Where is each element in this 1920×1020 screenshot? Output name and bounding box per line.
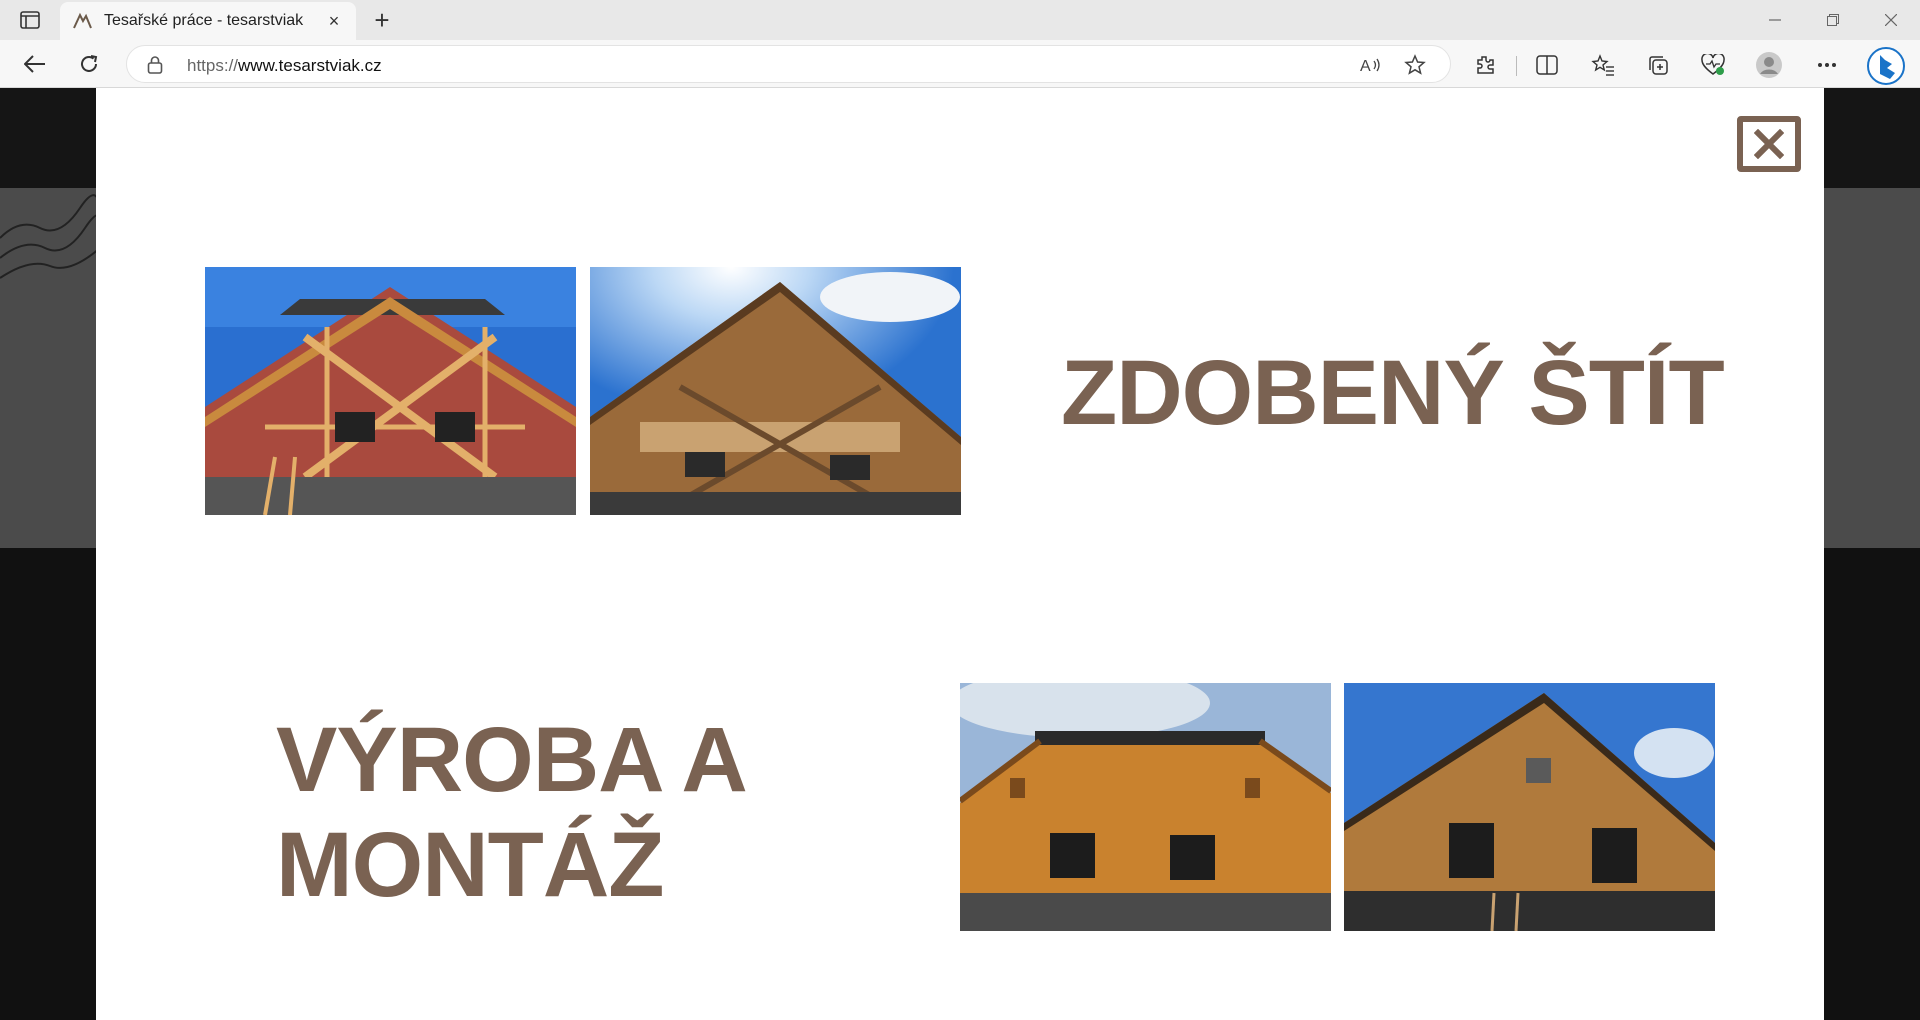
new-tab-button[interactable]: + — [368, 5, 396, 35]
lock-icon[interactable] — [147, 55, 165, 75]
gable-photo-3[interactable] — [960, 683, 1331, 931]
modal-close-button[interactable] — [1737, 116, 1801, 172]
section-title-production-assembly: VÝROBA A MONTÁŽ — [276, 708, 748, 918]
section-title-decorated-gable: ZDOBENÝ ŠTÍT — [1061, 342, 1725, 444]
address-bar[interactable]: https://www.tesarstviak.cz A — [126, 45, 1451, 83]
more-options-icon[interactable] — [1814, 52, 1840, 78]
extensions-icon[interactable] — [1472, 52, 1498, 78]
gallery-modal: ZDOBENÝ ŠTÍT VÝROBA A MONTÁŽ — [96, 88, 1824, 1020]
tab-title: Tesařské práce - tesarstviak — [104, 12, 304, 29]
split-screen-icon[interactable] — [1534, 52, 1560, 78]
tab-close-icon[interactable]: × — [324, 11, 344, 31]
refresh-icon[interactable] — [72, 48, 106, 80]
gable-photo-2[interactable] — [590, 267, 961, 515]
background-decoration — [0, 194, 100, 279]
svg-text:A: A — [1360, 58, 1371, 74]
favorites-icon[interactable] — [1590, 52, 1616, 78]
browser-essentials-icon[interactable] — [1700, 52, 1726, 78]
copilot-icon[interactable] — [1866, 46, 1906, 86]
section-title-line-1: VÝROBA A — [276, 709, 748, 811]
toolbar-divider — [1516, 56, 1517, 76]
site-favicon-icon — [72, 12, 92, 30]
browser-tab-bar: Tesařské práce - tesarstviak × + — [0, 0, 1920, 40]
gable-photo-4[interactable] — [1344, 683, 1715, 931]
close-icon — [1754, 129, 1784, 159]
close-window-icon[interactable] — [1868, 6, 1914, 34]
url-host: www.tesarstviak.cz — [238, 56, 382, 75]
url-scheme: https:// — [187, 56, 239, 75]
url-text[interactable]: https://www.tesarstviak.cz — [187, 56, 382, 76]
minimize-icon[interactable] — [1752, 6, 1798, 34]
read-aloud-icon[interactable]: A — [1359, 54, 1383, 76]
tab-actions-icon[interactable] — [14, 8, 46, 32]
gable-photo-1[interactable] — [205, 267, 576, 515]
favorite-star-icon[interactable] — [1403, 54, 1427, 76]
browser-tab[interactable]: Tesařské práce - tesarstviak × — [60, 2, 356, 40]
page-viewport: ZDOBENÝ ŠTÍT VÝROBA A MONTÁŽ — [0, 88, 1920, 1020]
profile-avatar-icon[interactable] — [1756, 52, 1782, 78]
back-arrow-icon[interactable] — [18, 48, 52, 80]
restore-icon[interactable] — [1810, 6, 1856, 34]
collections-icon[interactable] — [1645, 52, 1671, 78]
section-title-line-2: MONTÁŽ — [276, 814, 664, 916]
browser-toolbar: https://www.tesarstviak.cz A — [0, 40, 1920, 88]
